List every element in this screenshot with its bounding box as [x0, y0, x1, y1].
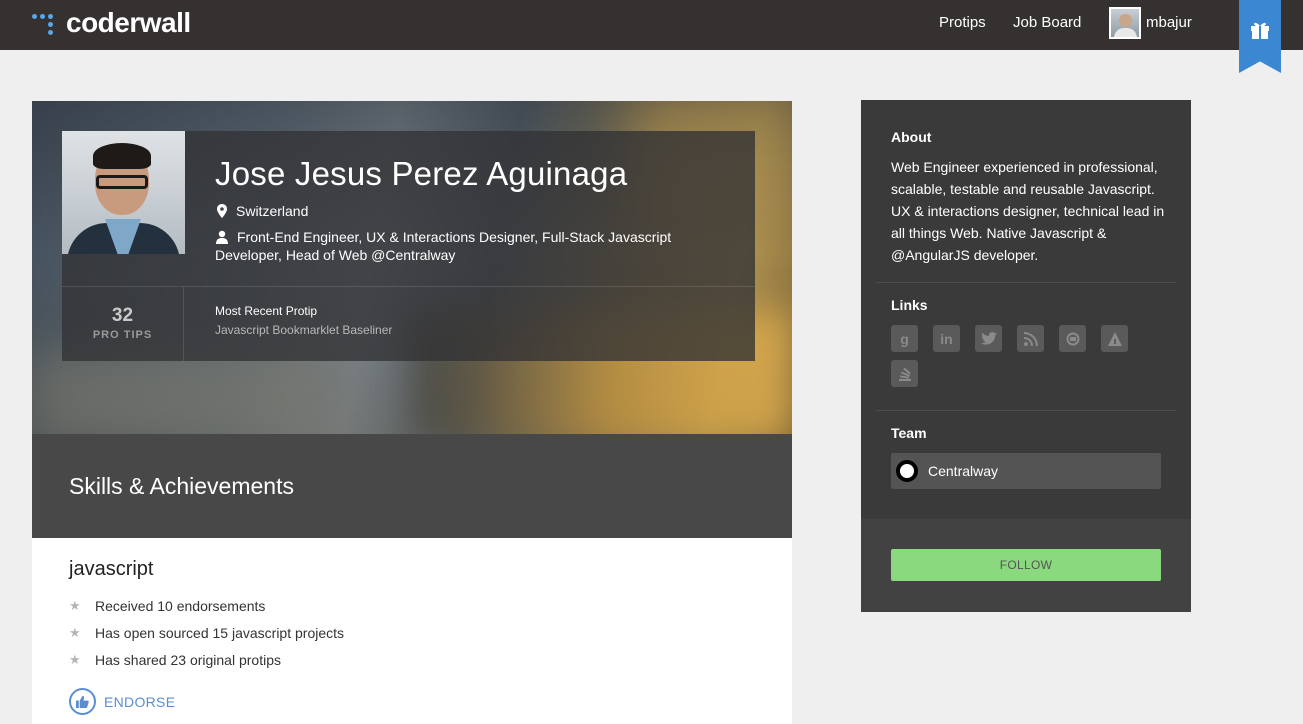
- user-menu-name[interactable]: mbajur: [1146, 14, 1192, 31]
- achievement-text: Received 10 endorsements: [95, 597, 266, 614]
- skills-header: Skills & Achievements: [32, 434, 792, 538]
- profile-location: Switzerland: [217, 203, 308, 219]
- star-icon: ★: [69, 651, 81, 667]
- rss-icon[interactable]: [1017, 325, 1044, 352]
- links-heading: Links: [891, 297, 928, 313]
- google-icon[interactable]: g: [891, 325, 918, 352]
- protips-count-box[interactable]: 32 PRO TIPS: [62, 287, 184, 361]
- title-text: Front-End Engineer, UX & Interactions De…: [215, 229, 672, 263]
- team-heading: Team: [891, 425, 927, 441]
- recent-protip-heading: Most Recent Protip: [215, 304, 318, 318]
- achievement-item: ★ Has shared 23 original protips: [69, 646, 344, 673]
- profile-title: Front-End Engineer, UX & Interactions De…: [215, 228, 705, 264]
- logo-text: coderwall: [66, 7, 191, 38]
- team-name: Centralway: [928, 463, 999, 479]
- thumbs-up-icon: [69, 688, 96, 715]
- profile-sidebar: About Web Engineer experienced in profes…: [861, 100, 1191, 612]
- speakerdeck-icon[interactable]: [1101, 325, 1128, 352]
- profile-hero-banner: Jose Jesus Perez Aguinaga Switzerland Fr…: [32, 101, 792, 434]
- skills-title: Skills & Achievements: [69, 473, 294, 499]
- follow-area: FOLLOW: [861, 519, 1191, 612]
- achievement-item: ★ Has open sourced 15 javascript project…: [69, 619, 344, 646]
- achievement-text: Has open sourced 15 javascript projects: [95, 624, 345, 641]
- team-logo-icon: [896, 460, 918, 482]
- endorse-button[interactable]: ENDORSE: [69, 688, 175, 715]
- about-text: Web Engineer experienced in professional…: [891, 159, 1165, 263]
- achievement-list: ★ Received 10 endorsements ★ Has open so…: [69, 592, 344, 673]
- logo-dots-icon: [32, 12, 58, 35]
- skill-item: javascript ★ Received 10 endorsements ★ …: [32, 538, 792, 724]
- endorse-label: ENDORSE: [104, 693, 176, 710]
- achievement-item: ★ Received 10 endorsements: [69, 592, 344, 619]
- gift-icon: [1251, 22, 1269, 39]
- team-link[interactable]: Centralway: [891, 453, 1161, 489]
- recent-protip-link[interactable]: Javascript Bookmarklet Baseliner: [215, 323, 392, 337]
- profile-photo: [62, 131, 185, 254]
- profile-name: Jose Jesus Perez Aguinaga: [215, 155, 628, 192]
- location-pin-icon: [217, 204, 227, 218]
- follow-button[interactable]: FOLLOW: [891, 549, 1161, 581]
- location-text: Switzerland: [236, 203, 309, 219]
- top-navigation-bar: coderwall Protips Job Board mbajur: [0, 0, 1303, 73]
- nav-job-board-link[interactable]: Job Board: [1013, 14, 1081, 31]
- coderwall-logo[interactable]: coderwall: [32, 7, 191, 38]
- skill-name: javascript: [69, 558, 154, 580]
- gift-ribbon[interactable]: [1239, 0, 1281, 73]
- protips-count: 32: [111, 305, 134, 326]
- profile-card: Jose Jesus Perez Aguinaga Switzerland Fr…: [32, 101, 792, 724]
- sidebar-divider: [876, 410, 1176, 411]
- person-icon: [216, 230, 228, 244]
- protips-label: PRO TIPS: [92, 329, 153, 341]
- star-icon: ★: [69, 597, 81, 613]
- about-heading: About: [891, 129, 932, 145]
- user-avatar[interactable]: [1109, 7, 1141, 39]
- star-icon: ★: [69, 624, 81, 640]
- sidebar-divider: [876, 282, 1176, 283]
- stackoverflow-icon[interactable]: [891, 360, 918, 387]
- linkedin-icon[interactable]: in: [933, 325, 960, 352]
- forrst-icon[interactable]: [1059, 325, 1086, 352]
- twitter-icon[interactable]: [975, 325, 1002, 352]
- achievement-text: Has shared 23 original protips: [95, 651, 281, 668]
- nav-protips-link[interactable]: Protips: [939, 14, 986, 31]
- profile-info-panel: Jose Jesus Perez Aguinaga Switzerland Fr…: [62, 131, 755, 361]
